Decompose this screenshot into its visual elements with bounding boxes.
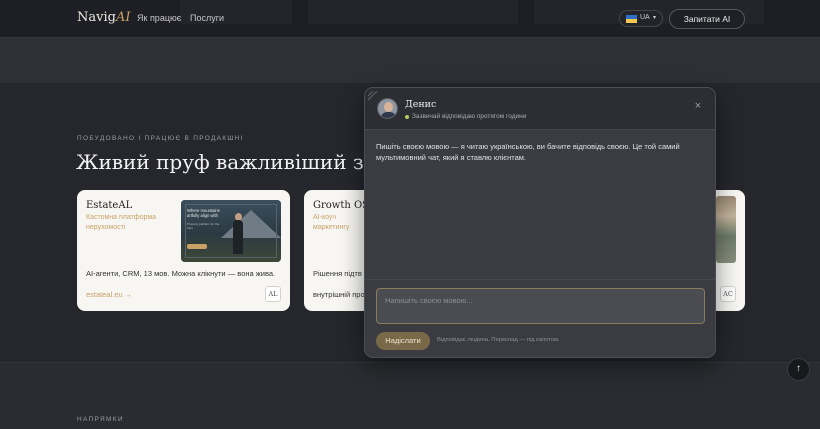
nav-link-services[interactable]: Послуги (190, 13, 224, 23)
resize-grip-icon[interactable] (368, 91, 378, 101)
language-code: UA (640, 14, 650, 21)
preview-body: Property platform for the Alps (187, 222, 220, 230)
card-subtitle: Кастомна платформа нерухомості (86, 214, 157, 231)
chat-message-input[interactable]: Напишіть своєю мовою... (376, 288, 705, 324)
nav-link-how-it-works[interactable]: Як працює (137, 13, 181, 23)
project-preview-image: Where mountains artfully align with Prop… (181, 200, 281, 262)
directions-eyebrow: НАПРЯМКИ (77, 416, 124, 423)
card-title: EstateAL (86, 200, 133, 211)
card-description: AI-агенти, CRM, 13 мов. Можна клікнути —… (86, 269, 276, 278)
section-headline: Живий пруф важливіший за обіцянки (76, 150, 366, 174)
online-status-icon (405, 115, 409, 119)
language-selector[interactable]: UA ▾ (619, 10, 663, 27)
card-description: Рішення підтв (313, 269, 362, 278)
chat-divider (365, 279, 715, 280)
chat-message: Пишіть своєю мовою — я читаю українською… (376, 142, 680, 162)
presenter-figure (233, 220, 243, 254)
card-badge: AL (265, 286, 281, 302)
top-navigation: NavigAI Як працює Послуги UA ▾ Запитати … (0, 0, 820, 38)
project-photo (716, 196, 736, 263)
card-link[interactable]: estateal.eu → (86, 290, 132, 299)
chevron-down-icon: ▾ (653, 15, 657, 21)
agent-name: Денис (405, 99, 437, 110)
chat-footnote: Відповідає людина. Переклад — під капото… (437, 337, 560, 343)
card-badge: AC (720, 286, 736, 302)
scroll-to-top-button[interactable]: ↑ (787, 358, 810, 381)
site-logo[interactable]: NavigAI (77, 10, 130, 25)
send-button[interactable]: Надіслати (376, 332, 430, 350)
close-icon[interactable]: × (691, 99, 705, 113)
nav-backdrop-block (308, 0, 518, 24)
preview-headline: Where mountains artfully align with (187, 208, 220, 218)
hero-band (0, 38, 820, 83)
agent-status: Зазвичай відповідаю протягом години (412, 113, 527, 120)
preview-cta (187, 244, 207, 249)
chat-panel: Денис Зазвичай відповідаю протягом годин… (364, 87, 716, 358)
chat-header: Денис Зазвичай відповідаю протягом годин… (365, 88, 715, 130)
section-eyebrow: ПОБУДОВАНО І ПРАЦЮЄ В ПРОДАКШНІ (77, 135, 244, 142)
agent-avatar (377, 98, 398, 119)
card-link[interactable]: внутрішній про (313, 290, 365, 299)
card-title: Growth OS (313, 200, 370, 211)
project-card-estateal[interactable]: EstateAL Кастомна платформа нерухомості … (77, 190, 290, 311)
ukraine-flag-icon (626, 15, 637, 23)
ask-ai-button[interactable]: Запитати AI (669, 9, 745, 29)
